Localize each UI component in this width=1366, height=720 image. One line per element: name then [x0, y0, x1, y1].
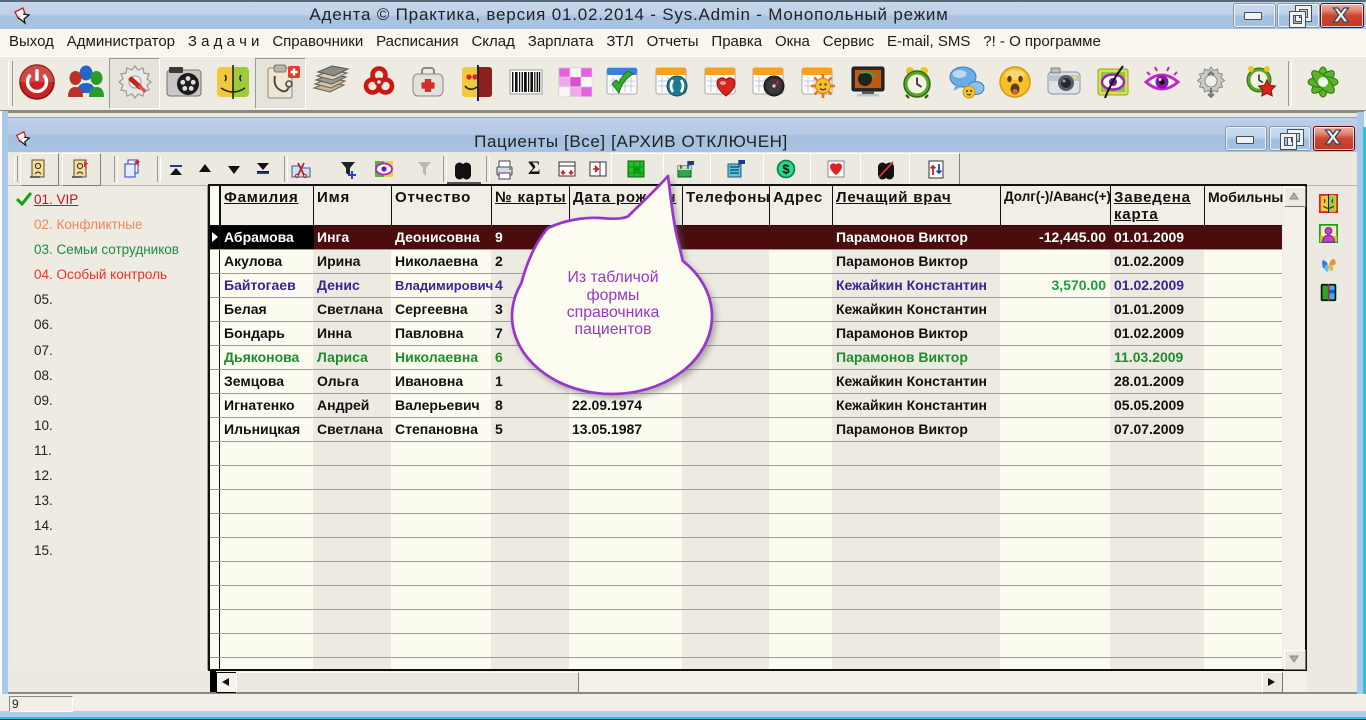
svg-text:Из табличой: Из табличой	[567, 269, 658, 286]
svg-text:формы: формы	[587, 287, 640, 304]
svg-text:справочника: справочника	[567, 304, 660, 321]
svg-text:пациентов: пациентов	[575, 321, 652, 338]
svg-text:$: $	[782, 162, 790, 177]
